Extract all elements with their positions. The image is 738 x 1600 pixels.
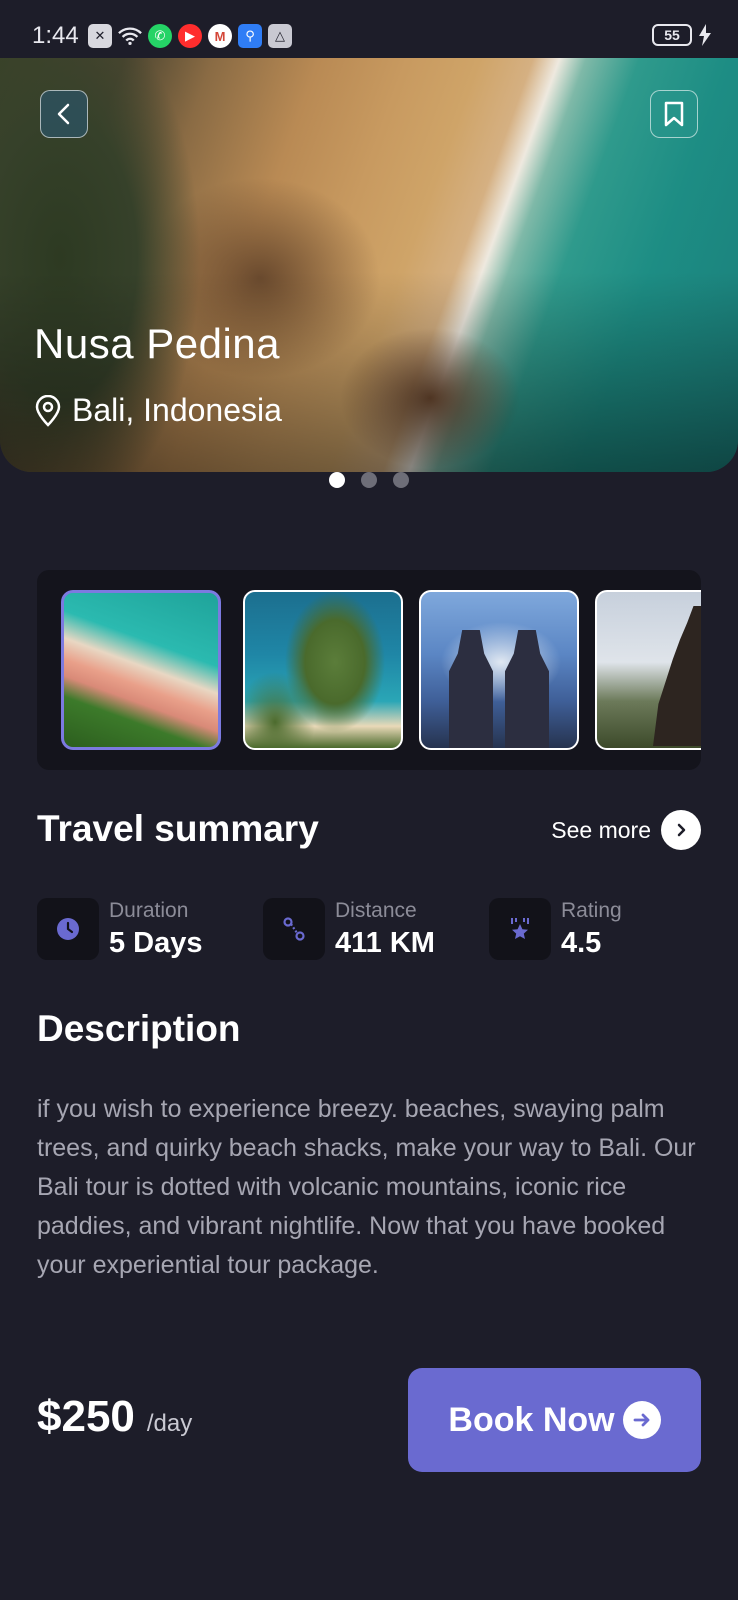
star-badge-icon <box>489 898 551 960</box>
price-value: $250 <box>37 1392 135 1441</box>
gmail-icon: M <box>208 24 232 48</box>
youtube-icon: ▶ <box>178 24 202 48</box>
gallery-thumbnail-kelingking-beach[interactable] <box>243 590 403 750</box>
usb-icon: ⚲ <box>238 24 262 48</box>
gallery-thumbnail-temple-gate[interactable] <box>419 590 579 750</box>
notification-icons: ✕ ✆ ▶ M ⚲ △ <box>88 24 292 48</box>
travel-stats: Duration 5 Days Distance 411 KM Rating 4… <box>37 896 701 962</box>
book-now-label: Book Now <box>448 1400 615 1439</box>
price: $250 /day <box>37 1392 192 1442</box>
destination-location: Bali, Indonesia <box>34 392 282 429</box>
stat-label: Distance <box>335 898 417 922</box>
photo-gallery <box>37 570 701 770</box>
stat-value: 4.5 <box>561 926 602 959</box>
bookmark-icon <box>664 101 684 127</box>
stat-duration: Duration 5 Days <box>37 896 203 962</box>
clock-icon <box>37 898 99 960</box>
carousel-indicator <box>0 472 738 488</box>
stat-value: 5 Days <box>109 926 203 959</box>
status-bar: 1:44 ✕ ✆ ▶ M ⚲ △ 55 <box>0 0 738 58</box>
carousel-dot[interactable] <box>361 472 377 488</box>
app-icon: △ <box>268 24 292 48</box>
carousel-dot[interactable] <box>329 472 345 488</box>
stat-distance: Distance 411 KM <box>263 896 435 962</box>
stat-label: Rating <box>561 898 622 922</box>
chevron-right-circle-icon <box>661 810 701 850</box>
price-unit: /day <box>146 1410 193 1437</box>
bookmark-button[interactable] <box>650 90 698 138</box>
hero-image: Nusa Pedina Bali, Indonesia <box>0 58 738 472</box>
status-time: 1:44 <box>32 22 79 49</box>
status-right: 55 <box>652 24 712 46</box>
stat-rating: Rating 4.5 <box>489 896 622 962</box>
stat-value: 411 KM <box>335 926 435 959</box>
route-icon <box>263 898 325 960</box>
gallery-thumbnail-pagoda-temple[interactable] <box>595 590 701 750</box>
location-pin-icon <box>35 394 61 427</box>
book-now-button[interactable]: Book Now <box>408 1368 701 1472</box>
wifi-icon <box>118 24 142 48</box>
whatsapp-icon: ✆ <box>148 24 172 48</box>
stat-label: Duration <box>109 898 189 922</box>
location-label: Bali, Indonesia <box>72 392 282 428</box>
carousel-dot[interactable] <box>393 472 409 488</box>
battery-icon: 55 <box>652 24 692 46</box>
see-more-link[interactable]: See more <box>551 810 701 850</box>
see-more-label: See more <box>551 816 651 843</box>
hero-shade <box>0 272 738 472</box>
chevron-left-icon <box>57 103 70 125</box>
sim-icon: ✕ <box>88 24 112 48</box>
arrow-right-circle-icon <box>622 1401 661 1439</box>
description-text: if you wish to experience breezy. beache… <box>37 1095 696 1279</box>
description-heading: Description <box>37 1008 241 1049</box>
travel-summary-heading: Travel summary <box>37 808 319 849</box>
charging-icon <box>699 24 711 46</box>
gallery-thumbnail-beach-cliff[interactable] <box>61 590 221 750</box>
back-button[interactable] <box>40 90 88 138</box>
destination-title: Nusa Pedina <box>34 320 280 367</box>
